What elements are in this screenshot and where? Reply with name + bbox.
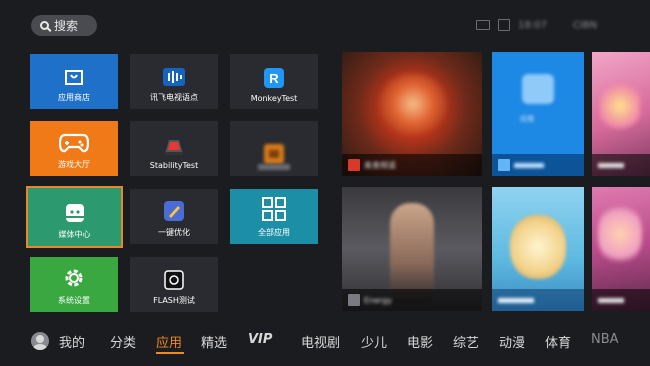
tile-stabilitytest[interactable]: StabilityTest — [130, 121, 218, 176]
active-tab-indicator — [156, 352, 184, 354]
stabilitytest-icon — [165, 140, 183, 155]
nav-item-nba[interactable]: NBA — [591, 332, 619, 347]
tile-label: 媒体中心 — [58, 230, 91, 239]
tile-label: 应用商店 — [58, 93, 90, 102]
poster-caption: 美食频道 — [342, 154, 482, 176]
poster-dog-image — [510, 215, 566, 279]
poster-cartoon-image — [600, 78, 640, 134]
nav-item-anime[interactable]: 动漫 — [499, 332, 525, 351]
poster-caption — [592, 154, 650, 176]
monkeytest-icon: R — [264, 68, 284, 88]
tile-media-center[interactable]: 媒体中心 — [26, 186, 123, 248]
poster-app-image — [522, 74, 554, 104]
tile-label: 一键优化 — [158, 228, 190, 237]
tile-app-store[interactable]: 应用商店 — [30, 54, 118, 109]
network-icon — [498, 19, 510, 31]
search-button[interactable]: 搜索 — [31, 15, 97, 36]
poster-fitness-image — [390, 203, 434, 303]
search-label: 搜索 — [54, 19, 79, 33]
voice-app-icon — [163, 68, 185, 86]
flash-test-icon — [164, 270, 184, 290]
tile-blurred-app[interactable] — [230, 121, 318, 176]
tile-label: 讯飞电视语点 — [150, 93, 198, 102]
nav-item-movies[interactable]: 电影 — [407, 332, 433, 351]
channel-badge-icon — [348, 159, 360, 171]
poster-cartoon-dog[interactable] — [492, 187, 584, 311]
nav-item-sports[interactable]: 体育 — [545, 332, 571, 351]
tile-label: 游戏大厅 — [58, 160, 90, 169]
nav-item-kids[interactable]: 少儿 — [361, 332, 387, 351]
media-robot-icon — [63, 204, 86, 222]
tile-flash-test[interactable]: FLASH测试 — [130, 257, 218, 312]
poster-character-image — [598, 199, 642, 269]
status-bar: 18:07 CIBN — [476, 18, 597, 32]
grid-icon — [262, 197, 286, 221]
tv-icon — [476, 20, 490, 30]
poster-food[interactable]: 美食频道 — [342, 52, 482, 176]
tile-label: 系统设置 — [58, 296, 90, 305]
tile-all-apps[interactable]: 全部应用 — [230, 189, 318, 244]
nav-item-tv-series[interactable]: 电视剧 — [301, 332, 340, 351]
nav-item-vip[interactable]: VIP — [248, 332, 272, 347]
app-badge-icon — [498, 159, 510, 171]
poster-caption: Energy — [342, 289, 482, 311]
nav-item-apps[interactable]: 应用 — [156, 332, 182, 351]
poster-fitness[interactable]: Energy — [342, 187, 482, 311]
poster-app-text: 应用 — [520, 115, 534, 123]
poster-food-image — [380, 74, 446, 134]
tile-system-settings[interactable]: 系统设置 — [30, 257, 118, 312]
nav-profile[interactable]: 我的 — [59, 332, 85, 351]
tile-label: FLASH测试 — [153, 296, 195, 305]
gear-icon — [65, 269, 83, 287]
poster-cartoon-top[interactable] — [592, 52, 650, 176]
blurred-label — [258, 164, 290, 170]
search-icon — [40, 21, 49, 30]
tile-label: 全部应用 — [258, 228, 290, 237]
clock-text: 18:07 — [518, 19, 547, 31]
nav-item-variety[interactable]: 综艺 — [453, 332, 479, 351]
broom-icon — [164, 201, 184, 221]
status-extra-text: CIBN — [572, 19, 598, 31]
tile-label: StabilityTest — [149, 161, 199, 170]
poster-caption — [492, 154, 584, 176]
nav-item-category[interactable]: 分类 — [110, 332, 136, 351]
gamepad-icon — [59, 133, 89, 153]
tile-label: MonkeyTest — [250, 94, 298, 103]
poster-caption — [492, 289, 584, 311]
nav-item-featured[interactable]: 精选 — [201, 332, 227, 351]
tile-one-key-optimize[interactable]: 一键优化 — [130, 189, 218, 244]
shopping-bag-icon — [65, 70, 83, 85]
bottom-nav: 我的 分类 应用 精选 VIP 电视剧 少儿 电影 综艺 动漫 体育 NBA — [0, 322, 650, 358]
channel-badge-icon — [348, 294, 360, 306]
poster-caption — [592, 289, 650, 311]
svg-text:R: R — [269, 71, 279, 86]
tile-game-hall[interactable]: 游戏大厅 — [30, 121, 118, 176]
blurred-app-icon — [264, 144, 284, 164]
tile-xunfei-voice[interactable]: 讯飞电视语点 — [130, 54, 218, 109]
poster-character[interactable] — [592, 187, 650, 311]
tile-monkeytest[interactable]: R MonkeyTest — [230, 54, 318, 109]
poster-app[interactable]: 应用 — [492, 52, 584, 176]
